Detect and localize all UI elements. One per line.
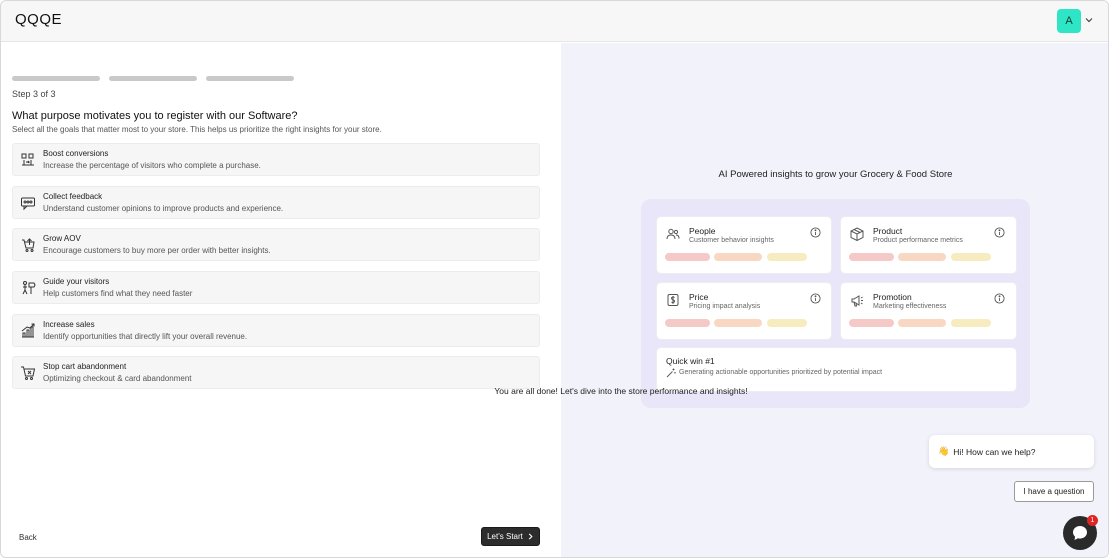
app-window: QQQE A Step 3 of 3 What purpose motivate…	[0, 0, 1109, 558]
insight-card-promotion: Promotion Marketing effectiveness	[840, 282, 1017, 340]
aov-icon	[22, 238, 35, 252]
option-description: Encourage customers to buy more per orde…	[43, 246, 271, 255]
option-title: Stop cart abandonment	[43, 362, 127, 371]
waving-hand-icon: 👋	[938, 446, 950, 456]
option-description: Understand customer opinions to improve …	[43, 204, 284, 213]
insight-card-people: People Customer behavior insights	[656, 216, 832, 274]
chat-greeting-text: Hi! How can we help?	[953, 446, 1036, 457]
info-icon[interactable]	[994, 293, 1005, 304]
metric-pill	[951, 253, 991, 261]
metric-pill	[665, 253, 710, 261]
back-link[interactable]: Back	[19, 533, 37, 542]
progress-segment-3	[206, 76, 294, 81]
question-heading: What purpose motivates you to register w…	[12, 110, 298, 122]
question-subtitle: Select all the goals that matter most to…	[12, 125, 382, 134]
lets-start-button[interactable]: Let's Start	[481, 527, 540, 546]
insight-card-product: Product Product performance metrics	[840, 216, 1017, 274]
quick-win-subtitle: Generating actionable opportunities prio…	[679, 369, 883, 376]
metric-pill	[767, 319, 807, 327]
completion-message: You are all done! Let's dive into the st…	[494, 386, 748, 396]
goal-option-guide-visitors[interactable]: Guide your visitors Help customers find …	[12, 271, 540, 304]
guide-icon	[22, 281, 36, 295]
megaphone-icon	[851, 295, 863, 307]
chevron-down-icon[interactable]	[1084, 15, 1094, 25]
insight-card-price: Price Pricing impact analysis	[656, 282, 832, 340]
card-subtitle: Pricing impact analysis	[689, 303, 761, 310]
onboarding-panel: Step 3 of 3 What purpose motivates you t…	[1, 43, 561, 557]
chat-greeting-bubble[interactable]: 👋 Hi! How can we help?	[929, 435, 1094, 468]
info-icon[interactable]	[994, 227, 1005, 238]
goal-option-increase-sales[interactable]: Increase sales Identify opportunities th…	[12, 314, 540, 347]
option-title: Increase sales	[43, 320, 95, 329]
card-title: Product	[873, 226, 903, 236]
goal-option-stop-cart-abandonment[interactable]: Stop cart abandonment Optimizing checkou…	[12, 356, 540, 389]
magic-wand-icon	[666, 368, 676, 378]
unread-badge: 1	[1087, 515, 1098, 526]
chat-icon	[1073, 526, 1087, 540]
chevron-right-icon	[528, 533, 533, 540]
avatar[interactable]: A	[1057, 9, 1081, 33]
metric-pill	[849, 253, 894, 261]
sales-chart-icon	[21, 323, 35, 338]
card-title: Promotion	[873, 292, 912, 302]
info-icon[interactable]	[810, 227, 821, 238]
metric-pill	[951, 319, 991, 327]
app-logo: QQQE	[15, 11, 63, 28]
card-subtitle: Product performance metrics	[873, 237, 963, 244]
info-icon[interactable]	[810, 293, 821, 304]
lets-start-label: Let's Start	[487, 532, 523, 541]
box-icon	[850, 227, 864, 241]
goal-option-grow-aov[interactable]: Grow AOV Encourage customers to buy more…	[12, 228, 540, 261]
option-description: Optimizing checkout & card abandonment	[43, 374, 192, 383]
option-title: Guide your visitors	[43, 277, 110, 286]
card-title: People	[689, 226, 716, 236]
option-description: Identify opportunities that directly lif…	[43, 332, 248, 341]
option-description: Increase the percentage of visitors who …	[43, 161, 261, 170]
goal-option-boost-conversions[interactable]: Boost conversions Increase the percentag…	[12, 143, 540, 176]
card-title: Price	[689, 292, 709, 302]
metric-pill	[714, 319, 762, 327]
metric-pill	[767, 253, 807, 261]
card-subtitle: Marketing effectiveness	[873, 303, 947, 310]
metric-pill	[714, 253, 762, 261]
progress-segment-1	[12, 76, 100, 81]
top-bar: QQQE A	[1, 1, 1108, 42]
option-title: Boost conversions	[43, 149, 109, 158]
people-icon	[666, 228, 680, 240]
goal-option-collect-feedback[interactable]: Collect feedback Understand customer opi…	[12, 186, 540, 219]
option-title: Grow AOV	[43, 234, 81, 243]
cart-icon	[21, 366, 36, 380]
progress-segment-2	[109, 76, 197, 81]
metric-pill	[898, 319, 946, 327]
option-title: Collect feedback	[43, 192, 103, 201]
feedback-icon	[21, 197, 35, 211]
metric-pill	[665, 319, 710, 327]
step-indicator: Step 3 of 3	[12, 89, 56, 99]
conversion-icon	[21, 153, 34, 166]
quick-win-title: Quick win #1	[666, 356, 715, 366]
metric-pill	[849, 319, 894, 327]
price-tag-icon	[667, 294, 679, 306]
have-question-button[interactable]: I have a question	[1014, 481, 1094, 502]
option-description: Help customers find what they need faste…	[43, 289, 193, 298]
metric-pill	[898, 253, 946, 261]
preview-title: AI Powered insights to grow your Grocery…	[718, 169, 953, 180]
card-subtitle: Customer behavior insights	[689, 237, 774, 244]
